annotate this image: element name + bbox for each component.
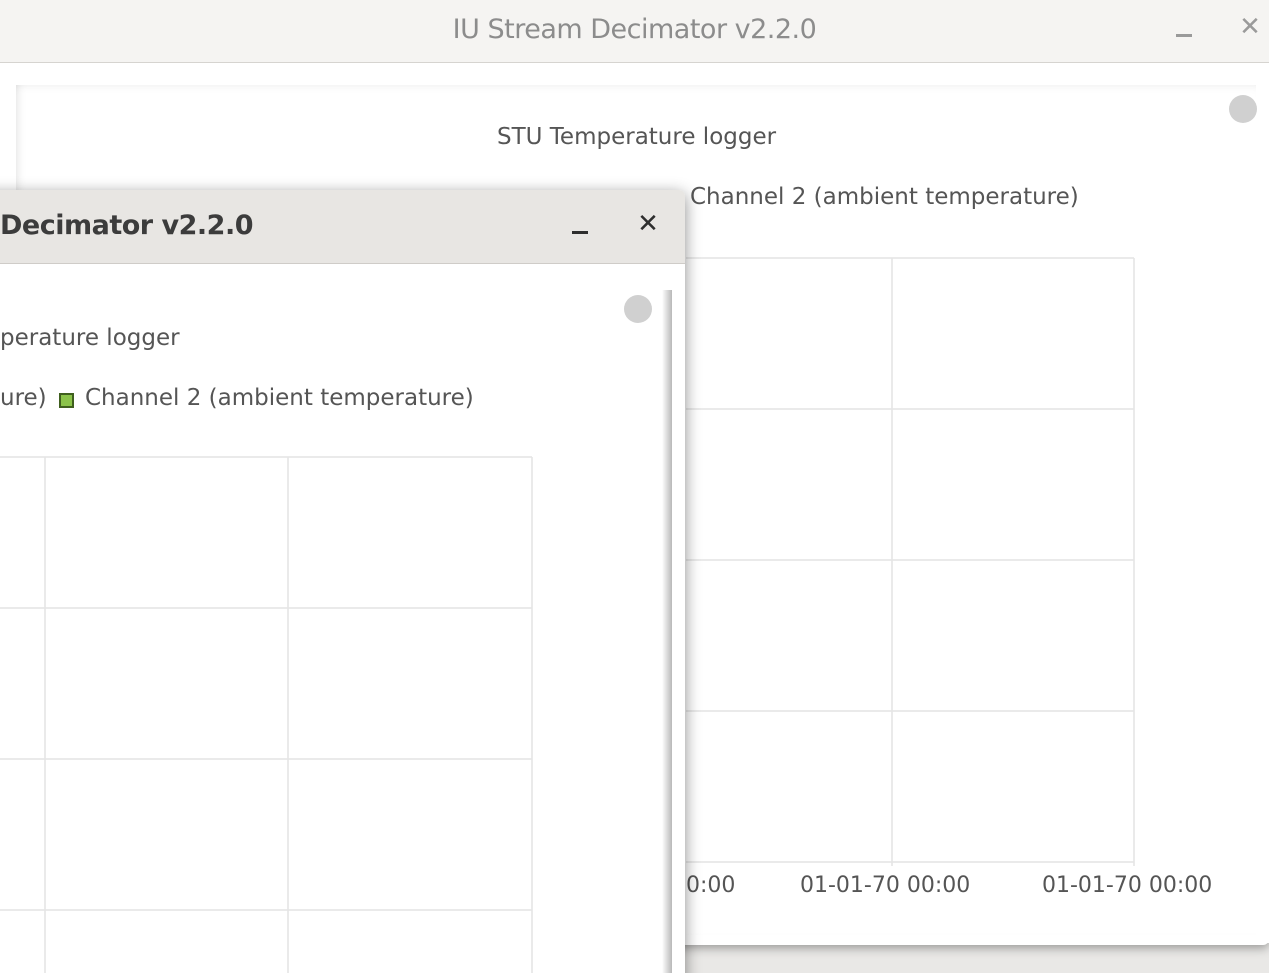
back-x-tick-label-1: 0:00 [686,873,736,898]
desktop: IU Stream Decimator v2.2.0 ✕ STU Tempera… [0,0,1269,973]
front-chart-grid [0,456,533,973]
front-scrollbar-shadow [662,290,672,973]
back-x-tick-label-2: 01-01-70 00:00 [800,873,971,898]
back-x-tick-label-3: 01-01-70 00:00 [1042,873,1213,898]
